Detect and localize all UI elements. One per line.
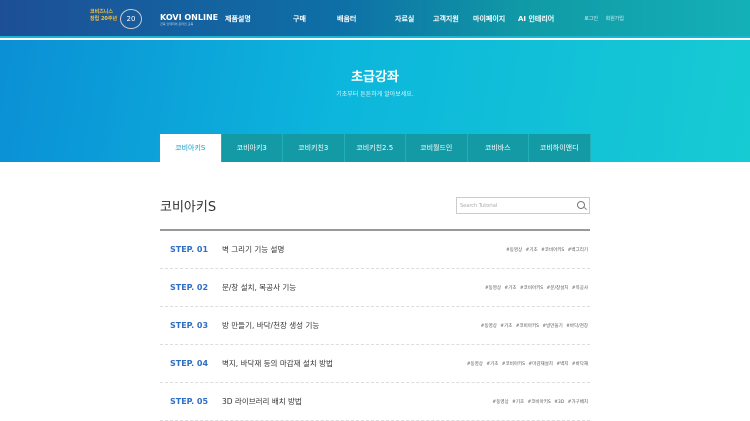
nav-item[interactable]: 배움터 [333, 14, 387, 24]
nav-item[interactable]: 구매 [287, 14, 333, 24]
nav-item[interactable]: 자료실 [387, 14, 433, 24]
tutorial-tags: #동영상 #기초 #코비아키S #마감재설치 #벽지 #바닥재 [466, 361, 588, 367]
tutorial-list: STEP. 01 벽 그리기 기능 설명 #동영상 #기초 #코비아키S #벽그리기… [160, 229, 590, 421]
step-number: STEP. 01 [170, 245, 209, 254]
step-number: STEP. 04 [170, 359, 209, 368]
tutorial-row[interactable]: STEP. 03 방 만들기, 바닥/천장 생성 기능 #동영상 #기초 #코비아키… [160, 307, 590, 345]
brand-logo[interactable]: KOVI ONLINE 건축 인테리어 온라인 교육 [160, 13, 218, 26]
tab-kovi-world-in[interactable]: 코비월드인 [406, 134, 468, 162]
step-number: STEP. 03 [170, 321, 209, 330]
tutorial-title[interactable]: 벽 그리기 기능 설명 [222, 244, 284, 255]
brand-name: KOVI ONLINE [160, 13, 219, 22]
tab-kovi-bath[interactable]: 코비바스 [467, 134, 529, 162]
tutorial-title[interactable]: 문/창 설치, 목공사 기능 [222, 282, 296, 293]
product-tabs: 코비아키S 코비아키3 코비키친3 코비키친2.5 코비월드인 코비바스 코비하… [160, 134, 591, 162]
nav-item[interactable]: 마이페이지 [473, 14, 518, 24]
tutorial-tags: #동영상 #기초 #코비아키S #3D #가구배치 [492, 399, 588, 405]
search-input[interactable]: Search Tutorial [456, 197, 590, 214]
main-nav: 제품설명 구매 배움터 자료실 고객지원 마이페이지 AI 인테리어 [225, 14, 554, 24]
step-number: STEP. 05 [170, 397, 209, 406]
brand-sub: 건축 인테리어 온라인 교육 [160, 22, 194, 26]
tutorial-tags: #동영상 #기초 #코비아키S #문/창설치 #목공사 [484, 285, 588, 291]
anniversary-logo: 코비즈니스 창립 20주년 [90, 9, 118, 22]
header: 코비즈니스 창립 20주년 20 KOVI ONLINE 건축 인테리어 온라인 … [0, 0, 750, 38]
search-icon[interactable] [577, 201, 585, 209]
tutorial-title[interactable]: 방 만들기, 바닥/천장 생성 기능 [222, 320, 319, 331]
tutorial-tags: #동영상 #기초 #코비아키S #방만들기 #바닥/천장 [480, 323, 588, 329]
nav-item[interactable]: 제품설명 [225, 14, 287, 24]
tab-kovi-archi-s[interactable]: 코비아키S [160, 134, 222, 162]
nav-item[interactable]: 고객지원 [433, 14, 473, 24]
page-title: 초급강좌 [351, 70, 399, 85]
section-title: 코비아키S [160, 200, 217, 215]
tutorial-row[interactable]: STEP. 01 벽 그리기 기능 설명 #동영상 #기초 #코비아키S #벽그리기 [160, 231, 590, 269]
tab-kovi-high-end[interactable]: 코비하이앤디 [529, 134, 591, 162]
search-placeholder: Search Tutorial [460, 203, 498, 209]
utility-links: 로그인 회원가입 [578, 15, 624, 22]
tab-kovi-archi-3[interactable]: 코비아키3 [221, 134, 283, 162]
login-link[interactable]: 로그인 [584, 16, 598, 22]
anniversary-badge: 20 [120, 9, 142, 29]
tab-kovi-kitchen-2-5[interactable]: 코비키친2.5 [344, 134, 406, 162]
tutorial-title[interactable]: 벽지, 바닥재 등의 마감재 설치 방법 [222, 358, 333, 369]
tutorial-tags: #동영상 #기초 #코비아키S #벽그리기 [505, 247, 588, 253]
tutorial-row[interactable]: STEP. 05 3D 라이브러리 배치 방법 #동영상 #기초 #코비아키S #3… [160, 383, 590, 421]
tutorial-title[interactable]: 3D 라이브러리 배치 방법 [222, 396, 302, 407]
tutorial-row[interactable]: STEP. 02 문/창 설치, 목공사 기능 #동영상 #기초 #코비아키S #문… [160, 269, 590, 307]
signup-link[interactable]: 회원가입 [606, 16, 624, 22]
page-subtitle: 기초부터 튼튼하게 알아보세요. [336, 91, 414, 98]
nav-item[interactable]: AI 인테리어 [518, 14, 554, 24]
tab-kovi-kitchen-3[interactable]: 코비키친3 [283, 134, 345, 162]
step-number: STEP. 02 [170, 283, 209, 292]
tutorial-row[interactable]: STEP. 04 벽지, 바닥재 등의 마감재 설치 방법 #동영상 #기초 #코비… [160, 345, 590, 383]
